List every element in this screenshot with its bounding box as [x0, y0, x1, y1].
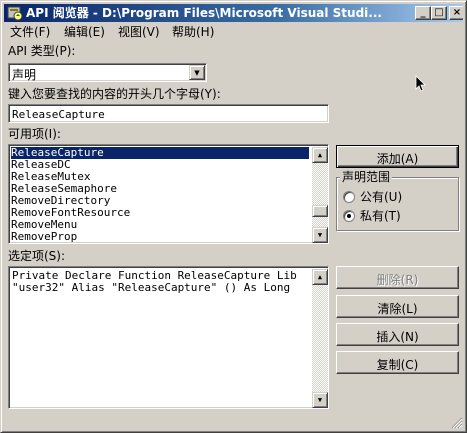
- insert-button-label: 插入(N): [376, 330, 419, 344]
- api-type-label: API 类型(P):: [8, 44, 76, 58]
- search-input[interactable]: ReleaseCapture: [8, 104, 329, 123]
- api-viewer-window: API 阅览器 - D:\Program Files\Microsoft Vis…: [0, 0, 467, 433]
- clear-button-label: 清除(L): [377, 302, 418, 316]
- copy-button[interactable]: 复制(C): [336, 351, 459, 374]
- scroll-up-icon[interactable]: ▲: [312, 147, 328, 163]
- maximize-icon: □: [434, 7, 444, 18]
- add-button-label: 添加(A): [376, 152, 419, 166]
- minimize-button[interactable]: _: [415, 6, 431, 20]
- public-radio-label[interactable]: 公有(U): [360, 190, 402, 204]
- search-input-value: ReleaseCapture: [12, 108, 105, 121]
- size-grip[interactable]: [451, 417, 463, 429]
- scope-title: 声明范围: [340, 170, 393, 184]
- available-list[interactable]: ReleaseCapture ReleaseDC ReleaseMutex Re…: [8, 144, 329, 244]
- window-title: API 阅览器 - D:\Program Files\Microsoft Vis…: [26, 6, 382, 20]
- selected-line-2: "user32" Alias "ReleaseCapture" () As Lo…: [12, 281, 291, 294]
- selected-textbox[interactable]: Private Declare Function ReleaseCapture …: [8, 266, 329, 409]
- add-button[interactable]: 添加(A): [336, 145, 459, 168]
- menu-help[interactable]: 帮助(H): [172, 24, 214, 41]
- selected-label: 选定项(S):: [8, 249, 66, 263]
- scroll-down-icon[interactable]: ▼: [312, 227, 328, 243]
- title-bar[interactable]: API 阅览器 - D:\Program Files\Microsoft Vis…: [4, 4, 463, 22]
- menu-edit[interactable]: 编辑(E): [64, 24, 105, 41]
- list-item[interactable]: RemoveProp: [11, 231, 309, 243]
- minimize-icon: _: [420, 7, 426, 18]
- mouse-cursor-icon: [415, 75, 427, 93]
- api-type-value: 声明: [12, 68, 37, 82]
- delete-button[interactable]: 删除(R): [336, 266, 459, 289]
- scroll-thumb[interactable]: [312, 205, 328, 217]
- available-label: 可用项(I):: [8, 127, 61, 141]
- radio-selected-dot: [347, 214, 351, 218]
- app-icon: [7, 5, 23, 21]
- scroll-up-icon[interactable]: ▲: [312, 269, 328, 285]
- insert-button[interactable]: 插入(N): [336, 323, 459, 346]
- close-button[interactable]: ×: [449, 6, 463, 20]
- clear-button[interactable]: 清除(L): [336, 295, 459, 318]
- search-label: 键入您要查找的内容的开头几个字母(Y):: [8, 87, 221, 101]
- scroll-down-icon[interactable]: ▼: [312, 392, 328, 408]
- menu-view[interactable]: 视图(V): [118, 24, 160, 41]
- private-radio-label[interactable]: 私有(T): [360, 209, 401, 223]
- public-radio[interactable]: [343, 191, 355, 203]
- copy-button-label: 复制(C): [376, 358, 419, 372]
- delete-button-label: 删除(R): [376, 273, 419, 287]
- private-radio[interactable]: [343, 210, 355, 222]
- dropdown-arrow-icon[interactable]: ▼: [189, 65, 205, 80]
- api-type-select[interactable]: 声明 ▼: [8, 63, 207, 82]
- menu-file[interactable]: 文件(F): [10, 24, 50, 41]
- maximize-button[interactable]: □: [431, 6, 447, 20]
- close-icon: ×: [452, 7, 462, 18]
- selected-scrollbar[interactable]: [312, 269, 328, 408]
